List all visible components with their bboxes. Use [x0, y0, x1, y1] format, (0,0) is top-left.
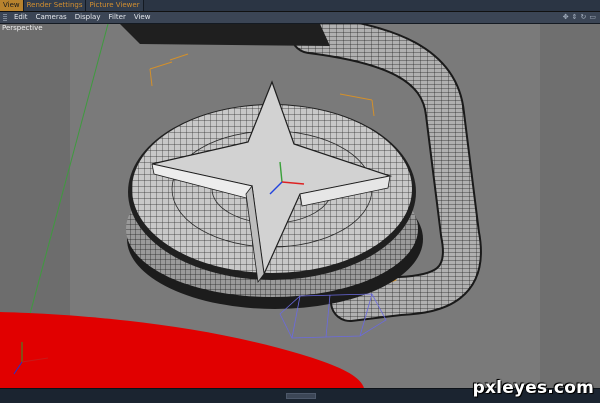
menu-filter[interactable]: Filter [105, 12, 130, 23]
rotate-icon[interactable]: ↻ [581, 13, 587, 22]
red-object[interactable] [0, 312, 364, 388]
viewport-label: Perspective [2, 24, 43, 32]
timeline-scroll-handle[interactable] [286, 393, 316, 399]
viewport-scene [0, 24, 600, 388]
tab-render-settings[interactable]: Render Settings [23, 0, 87, 11]
maximize-icon[interactable]: ▭ [589, 13, 596, 22]
grip-icon[interactable] [3, 14, 7, 21]
move-icon[interactable]: ✥ [563, 13, 569, 22]
tab-picture-viewer[interactable]: Picture Viewer [86, 0, 144, 11]
viewport-menu-bar: Edit Cameras Display Filter View ✥ ⇕ ↻ ▭ [0, 12, 600, 24]
menu-cameras[interactable]: Cameras [32, 12, 71, 23]
menu-view[interactable]: View [130, 12, 155, 23]
zoom-icon[interactable]: ⇕ [572, 13, 578, 22]
watermark-text: pxleyes.com [472, 378, 594, 398]
background-panel-right [540, 24, 600, 388]
tab-view[interactable]: View [0, 0, 24, 11]
navigation-icons: ✥ ⇕ ↻ ▭ [563, 13, 596, 22]
perspective-viewport[interactable]: Perspective [0, 24, 600, 388]
tab-bar: View Render Settings Picture Viewer [0, 0, 600, 12]
menu-edit[interactable]: Edit [10, 12, 32, 23]
menu-display[interactable]: Display [71, 12, 105, 23]
